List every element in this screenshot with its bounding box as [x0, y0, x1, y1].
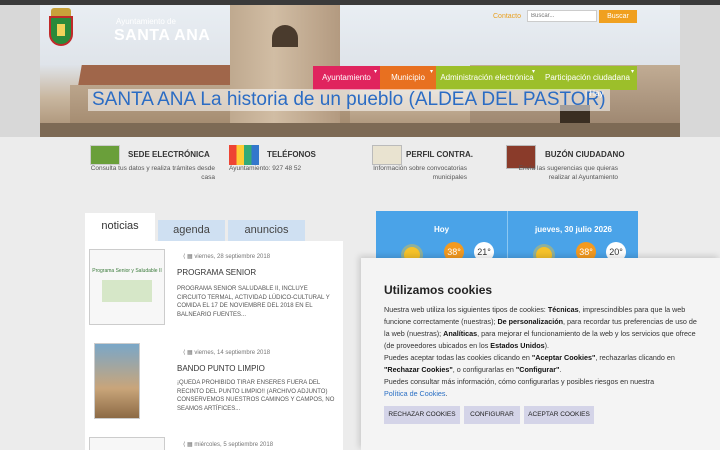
- cookie-text-part: , rechazarlas clicando en: [595, 353, 675, 362]
- news-date-text: viernes, 28 septiembre 2018: [194, 254, 271, 260]
- nav-label: Administración electrónica: [440, 73, 534, 82]
- cookie-text-bold: Técnicas: [547, 305, 579, 314]
- news-date: ⟨ ▦ viernes, 14 septiembre 2018: [183, 350, 271, 356]
- brand-subtitle: Ayuntamiento de: [116, 17, 176, 26]
- news-description: ¡QUEDA PROHIBIDO TIRAR ENSERES FUERA DEL…: [177, 380, 335, 412]
- cookie-banner: Utilizamos cookies Nuestra web utiliza l…: [361, 258, 720, 450]
- service-desc-sede: Consulta tus datos y realiza trámites de…: [90, 165, 215, 181]
- hero-ground: [40, 123, 680, 137]
- service-desc-buzon: Envía las sugerencias que quieras realiz…: [518, 165, 618, 181]
- nav-label: Municipio: [391, 73, 425, 82]
- nav-participacion[interactable]: Participación ciudadana ▾: [538, 66, 637, 90]
- news-title[interactable]: BANDO PUNTO LIMPIO: [177, 364, 265, 373]
- list-item[interactable]: ⟨ ▦ miércoles, 5 septiembre 2018: [89, 437, 339, 450]
- tab-agenda[interactable]: agenda: [158, 220, 225, 241]
- contact-link[interactable]: Contacto: [493, 13, 521, 20]
- tab-noticias[interactable]: noticias: [85, 213, 155, 241]
- cookie-text-bold: "Aceptar Cookies": [531, 353, 596, 362]
- service-title-buzon[interactable]: BUZÓN CIUDADANO: [545, 150, 625, 159]
- search-button[interactable]: Buscar: [599, 10, 637, 23]
- cookie-text-part: ).: [544, 341, 550, 350]
- list-item[interactable]: ⟨ ▦ viernes, 14 septiembre 2018 BANDO PU…: [89, 343, 339, 421]
- cookie-text-bold: De personalización: [497, 317, 563, 326]
- thumbnail-caption: Programa Senior y Saludable II: [92, 268, 162, 274]
- cookie-text-part: Puedes aceptar todas las cookies clicand…: [384, 353, 532, 362]
- service-desc-perfil: Información sobre convocatorias municipa…: [373, 165, 467, 181]
- cookie-text-part: .: [559, 365, 562, 374]
- brand-title[interactable]: SANTA ANA: [114, 27, 210, 45]
- service-title-telefonos[interactable]: TELÉFONOS: [267, 150, 316, 159]
- dropdown-marker-icon: ▾: [373, 69, 377, 75]
- cookie-text-bold: "Rechazar Cookies": [384, 365, 453, 374]
- list-item[interactable]: Programa Senior y Saludable II ⟨ ▦ viern…: [89, 249, 339, 329]
- cookie-text-bold: "Configurar": [515, 365, 560, 374]
- nav-administracion[interactable]: Administración electrónica ▾: [436, 66, 538, 90]
- sede-electronica-icon[interactable]: [90, 145, 120, 165]
- hero-title[interactable]: SANTA ANA La historia de un pueblo (ALDE…: [88, 89, 610, 111]
- news-date-text: viernes, 14 septiembre 2018: [194, 350, 271, 356]
- news-date: ⟨ ▦ viernes, 28 septiembre 2018: [183, 254, 271, 260]
- weather-day-label: jueves, 30 julio 2026: [535, 225, 612, 234]
- configure-cookies-button[interactable]: CONFIGURAR: [464, 406, 520, 424]
- accept-cookies-button[interactable]: ACEPTAR COOKIES: [524, 406, 594, 424]
- handshake-icon[interactable]: [372, 145, 402, 165]
- cookie-title: Utilizamos cookies: [384, 283, 493, 297]
- cookie-text-part: .: [445, 389, 448, 398]
- cookie-text-part: , o configurarlas en: [452, 365, 516, 374]
- news-date-text: miércoles, 5 septiembre 2018: [194, 442, 274, 448]
- news-thumbnail[interactable]: Programa Senior y Saludable II: [89, 249, 165, 325]
- news-description: PROGRAMA SENIOR SALUDABLE II, INCLUYE CI…: [177, 286, 330, 318]
- weather-day-label: Hoy: [433, 225, 450, 234]
- side-margin-right: [680, 5, 720, 137]
- service-title-sede[interactable]: SEDE ELECTRÓNICA: [128, 150, 210, 159]
- nav-municipio[interactable]: Municipio ▾: [380, 66, 436, 90]
- dropdown-marker-icon: ▾: [531, 69, 535, 75]
- news-date: ⟨ ▦ miércoles, 5 septiembre 2018: [183, 442, 274, 448]
- cookie-text-bold: Analíticas: [443, 329, 478, 338]
- nav-label: Ayuntamiento: [322, 73, 371, 82]
- coat-of-arms-logo[interactable]: [47, 8, 75, 48]
- dropdown-marker-icon: ▾: [429, 69, 433, 75]
- news-thumbnail[interactable]: [89, 437, 165, 450]
- news-panel: Programa Senior y Saludable II ⟨ ▦ viern…: [85, 241, 343, 450]
- news-title[interactable]: PROGRAMA SENIOR: [177, 268, 256, 277]
- cookie-text-bold: Estados Unidos: [490, 341, 545, 350]
- cookie-text-part: Nuestra web utiliza los siguientes tipos…: [384, 305, 548, 314]
- nav-ayuntamiento[interactable]: Ayuntamiento ▾: [313, 66, 380, 90]
- dropdown-marker-icon: ▾: [630, 69, 634, 75]
- news-thumbnail[interactable]: [94, 343, 140, 419]
- service-title-perfil[interactable]: PERFIL CONTRA.: [406, 150, 473, 159]
- hero-title-suffix: | Hay: [585, 89, 604, 98]
- search-input[interactable]: [527, 10, 597, 22]
- cookie-policy-link[interactable]: Política de Cookies: [384, 389, 446, 398]
- nav-label: Participación ciudadana: [545, 73, 630, 82]
- side-margin-left: [0, 5, 40, 137]
- service-desc-telefonos: Ayuntamiento: 927 48 52: [229, 165, 302, 172]
- tab-anuncios[interactable]: anuncios: [228, 220, 305, 241]
- cookie-text-part: Puedes consultar más información, cómo c…: [384, 377, 655, 386]
- phone-directory-icon[interactable]: [229, 145, 259, 165]
- cookie-text: Nuestra web utiliza los siguientes tipos…: [384, 304, 702, 400]
- reject-cookies-button[interactable]: RECHAZAR COOKIES: [384, 406, 460, 424]
